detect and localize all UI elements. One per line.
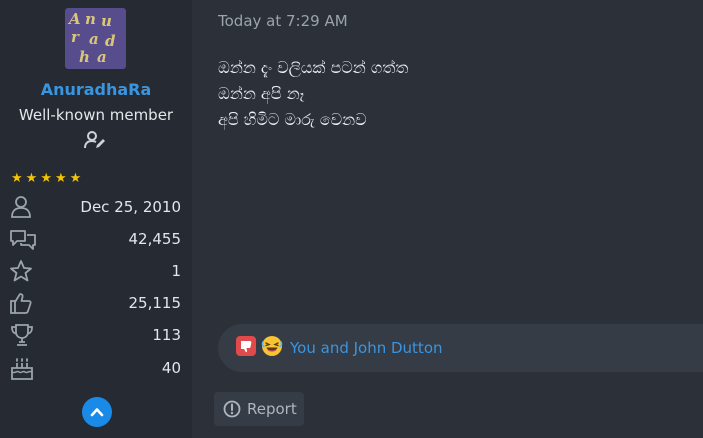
star-icon: ★ (11, 171, 23, 186)
avatar-letter: A (69, 10, 81, 28)
username-link[interactable]: AnuradhaRa (0, 80, 192, 99)
post-body: ඔන්න දැං වලියක් පටන් ගත්ත ඔන්න අපි නෑ අප… (218, 55, 408, 133)
star-icon: ★ (69, 171, 82, 186)
stat-value: 113 (152, 326, 181, 344)
star-rating: ★ ★ ★ ★ ★ (11, 172, 81, 185)
report-label: Report (247, 400, 297, 418)
star-icon: ★ (54, 171, 67, 186)
thumbs-down-reaction-icon (236, 336, 256, 360)
stat-value: 42,455 (128, 230, 182, 248)
birthday-cake-icon (9, 355, 37, 381)
stat-joined: Dec 25, 2010 (9, 194, 181, 220)
stat-value: 40 (161, 359, 181, 377)
messages-icon (9, 226, 37, 252)
avatar[interactable]: A n u r a d h a (65, 8, 126, 69)
report-button[interactable]: Report (214, 392, 304, 426)
avatar-letter: h (79, 48, 90, 66)
stat-likes: 25,115 (9, 290, 181, 316)
message-line: අපි හිමිට මාරු වෙනව (218, 110, 367, 129)
star-icon: ★ (25, 171, 38, 186)
reaction-users-link[interactable]: You and John Dutton (290, 339, 443, 357)
stat-age: 40 (9, 355, 181, 381)
stat-reaction-score: 1 (9, 258, 181, 284)
message-line: ඔන්න අපි නෑ (218, 84, 305, 103)
post-timestamp[interactable]: Today at 7:29 AM (218, 12, 348, 30)
trophy-icon (9, 322, 37, 348)
avatar-letter: u (101, 12, 112, 30)
chevron-up-icon (90, 408, 104, 417)
user-title: Well-known member (18, 106, 174, 124)
avatar-letter: r (71, 28, 79, 46)
star-icon: ★ (40, 171, 52, 186)
stat-value: 25,115 (128, 294, 182, 312)
reactions-bar[interactable]: You and John Dutton (218, 324, 703, 372)
message-line: ඔන්න දැං වලියක් පටන් ගත්ත (218, 58, 409, 77)
alert-circle-icon (223, 400, 241, 418)
thumbs-up-icon (9, 290, 37, 316)
user-sidebar: A n u r a d h a AnuradhaRa Well-known me… (0, 0, 192, 438)
stat-points: 113 (9, 322, 181, 348)
laughing-reaction-icon (261, 335, 283, 361)
avatar-letter: n (85, 10, 96, 28)
stat-messages: 42,455 (9, 226, 181, 252)
stat-value: 1 (171, 262, 181, 280)
avatar-letter: a (89, 30, 99, 48)
user-edit-icon (82, 127, 108, 153)
star-outline-icon (9, 258, 37, 284)
user-icon (9, 194, 37, 220)
avatar-letter: a (97, 48, 107, 66)
stat-value: Dec 25, 2010 (80, 198, 181, 216)
scroll-to-top-button[interactable] (82, 397, 112, 427)
